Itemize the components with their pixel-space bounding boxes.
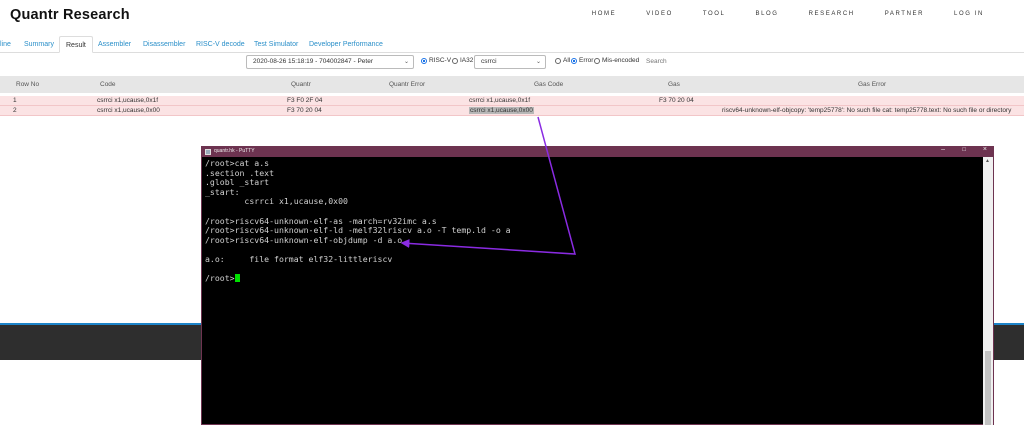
nav-home[interactable]: HOME <box>592 11 616 17</box>
col-code[interactable]: Code <box>100 81 116 88</box>
scroll-up-arrow-icon[interactable]: ▲ <box>985 158 990 164</box>
terminal-line: .section .text <box>205 167 275 178</box>
radio-selected-icon <box>571 57 577 64</box>
tab-summary[interactable]: Summary <box>18 36 60 53</box>
status-radio-misencoded[interactable]: Mis-encoded <box>594 57 639 64</box>
arch-radio-ia32[interactable]: IA32 <box>452 57 473 64</box>
radio-unselected-icon <box>452 57 458 64</box>
instruction-select-value: csrrci <box>481 58 497 65</box>
col-gas-error[interactable]: Gas Error <box>858 81 886 88</box>
status-misencoded-label: Mis-encoded <box>602 57 640 64</box>
cell-gas: F3 70 20 04 <box>659 97 694 104</box>
filter-bar: 2020-08-26 15:18:19 - 704002847 - Peter … <box>0 55 1024 70</box>
cell-gas-code: csrrci x1,ucause,0x1f <box>469 97 531 104</box>
site-brand[interactable]: Quantr Research <box>10 7 130 23</box>
site-header: Quantr Research HOME VIDEO TOOL BLOG RES… <box>0 0 1024 32</box>
maximize-icon[interactable]: □ <box>962 147 966 153</box>
terminal-line: /root>riscv64-unknown-elf-objdump -d a.o <box>205 234 403 245</box>
chevron-down-icon: ⌄ <box>535 59 541 65</box>
instruction-select[interactable]: csrrci ⌄ <box>474 55 546 69</box>
terminal-line: .globl _start <box>205 177 270 188</box>
arch-radio-riscv[interactable]: RISC-V <box>421 57 451 64</box>
close-icon[interactable]: × <box>983 146 987 153</box>
table-row[interactable]: 2 csrrci x1,ucause,0x00 F3 70 20 04 csrr… <box>0 106 1024 116</box>
nav-blog[interactable]: BLOG <box>756 11 779 17</box>
nav-research[interactable]: RESEARCH <box>809 11 855 17</box>
cell-code: csrrci x1,ucause,0x1f <box>97 97 159 104</box>
arch-ia32-label: IA32 <box>460 57 474 64</box>
nav-video[interactable]: VIDEO <box>646 11 673 17</box>
top-nav: HOME VIDEO TOOL BLOG RESEARCH PARTNER LO… <box>562 11 984 17</box>
run-select-value: 2020-08-26 15:18:19 - 704002847 - Peter <box>253 58 373 65</box>
putty-titlebar[interactable]: quantr.hk - PuTTY – □ × <box>202 146 993 157</box>
putty-icon <box>205 149 211 155</box>
radio-unselected-icon <box>594 57 600 64</box>
nav-partner[interactable]: PARTNER <box>885 11 924 17</box>
search-input[interactable] <box>646 55 726 69</box>
tab-test-simulator[interactable]: Test Simulator <box>248 36 304 53</box>
status-all-label: All <box>563 57 571 64</box>
terminal-line: /root>cat a.s <box>205 158 270 168</box>
radio-selected-icon <box>421 57 427 64</box>
putty-scrollbar[interactable]: ▲ <box>983 157 993 425</box>
terminal-line: csrrci x1,ucause,0x00 <box>205 196 348 207</box>
col-gas-code[interactable]: Gas Code <box>534 81 563 88</box>
tab-developer-performance[interactable]: Developer Performance <box>303 36 389 53</box>
cell-gas-code-highlighted: csrrci x1,ucause,0x00 <box>469 107 534 114</box>
nav-tool[interactable]: TOOL <box>703 11 726 17</box>
col-row-no[interactable]: Row No <box>16 81 39 88</box>
tab-assembler[interactable]: Assembler <box>92 36 137 53</box>
terminal-output[interactable]: /root>cat a.s .section .text .globl _sta… <box>205 158 981 284</box>
table-row[interactable]: 1 csrrci x1,ucause,0x1f F3 F0 2F 04 csrr… <box>0 96 1024 106</box>
result-tabs: line Summary Result Assembler Disassembl… <box>0 36 1024 53</box>
status-radio-error[interactable]: Error <box>571 57 593 64</box>
status-radio-all[interactable]: All <box>555 57 570 64</box>
status-error-label: Error <box>579 57 594 64</box>
tab-line[interactable]: line <box>0 36 17 53</box>
radio-unselected-icon <box>555 57 561 64</box>
nav-login[interactable]: LOG IN <box>954 11 984 17</box>
chevron-down-icon: ⌄ <box>403 59 409 65</box>
terminal-prompt: /root> <box>205 273 235 284</box>
col-gas[interactable]: Gas <box>668 81 680 88</box>
scrollbar-thumb[interactable] <box>985 351 991 425</box>
cell-quantr: F3 F0 2F 04 <box>287 97 323 104</box>
tab-result[interactable]: Result <box>59 36 93 53</box>
terminal-line: a.o: file format elf32-littleriscv <box>205 253 393 264</box>
arch-riscv-label: RISC-V <box>429 57 452 64</box>
cell-row-no: 2 <box>13 107 17 114</box>
cell-gas-error: riscv64-unknown-elf-objcopy: 'temp25778'… <box>722 107 1012 114</box>
cell-code: csrrci x1,ucause,0x00 <box>97 107 160 114</box>
col-quantr[interactable]: Quantr <box>291 81 311 88</box>
terminal-prompt-line[interactable]: /root> <box>205 273 981 284</box>
putty-window[interactable]: quantr.hk - PuTTY – □ × /root>cat a.s .s… <box>201 146 994 425</box>
run-select[interactable]: 2020-08-26 15:18:19 - 704002847 - Peter … <box>246 55 414 69</box>
cell-quantr: F3 70 20 04 <box>287 107 322 114</box>
tab-riscv-decode[interactable]: RISC-V decode <box>190 36 251 53</box>
cell-row-no: 1 <box>13 97 17 104</box>
putty-title: quantr.hk - PuTTY <box>214 148 255 154</box>
tab-disassembler[interactable]: Disassembler <box>137 36 191 53</box>
minimize-icon[interactable]: – <box>941 146 945 153</box>
terminal-cursor <box>234 274 240 283</box>
table-header: Row No Code Quantr Quantr Error Gas Code… <box>0 76 1024 93</box>
col-quantr-error[interactable]: Quantr Error <box>389 81 425 88</box>
